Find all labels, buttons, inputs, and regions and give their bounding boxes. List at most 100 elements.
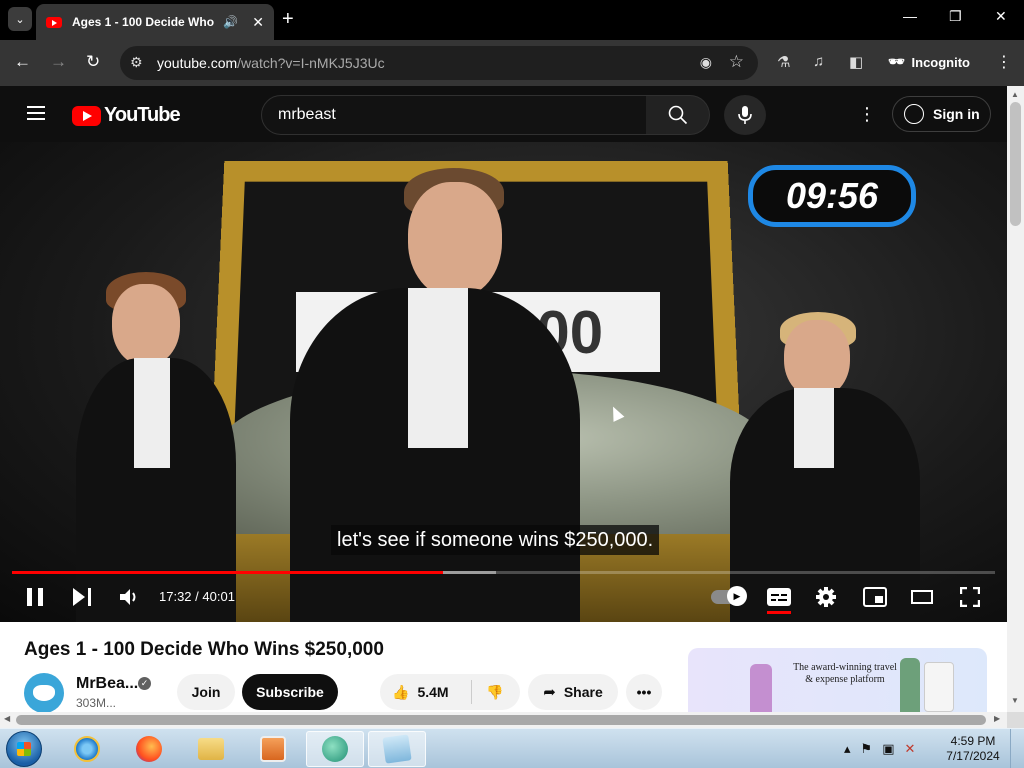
sign-in-label: Sign in	[933, 106, 980, 122]
sign-in-button[interactable]: Sign in	[892, 96, 991, 132]
more-options-icon[interactable]: ⋮	[858, 104, 876, 125]
tray-expand-icon[interactable]: ▴	[844, 741, 851, 757]
incognito-label: Incognito	[911, 54, 971, 70]
horizontal-scroll-thumb[interactable]	[16, 715, 986, 725]
back-button[interactable]: ←	[14, 52, 31, 72]
taskbar-explorer[interactable]	[182, 731, 240, 767]
tab-title: Ages 1 - 100 Decide Who Wins $250,000	[72, 15, 217, 29]
ad-banner[interactable]: The award-winning travel & expense platf…	[688, 648, 987, 712]
hamburger-menu-icon[interactable]	[27, 106, 45, 120]
forward-button[interactable]: →	[50, 52, 67, 72]
tab-active[interactable]: Ages 1 - 100 Decide Who Wins $250,000 🔊 …	[36, 4, 274, 40]
more-actions-button[interactable]: •••	[626, 674, 662, 710]
subscriber-count: 303M...	[76, 696, 117, 710]
youtube-logo[interactable]: YouTube	[72, 104, 181, 127]
speaker-icon[interactable]: 🔊	[223, 15, 238, 29]
url-path: /watch?v=I-nMKJ5J3Uc	[237, 55, 385, 71]
search-query: mrbeast	[278, 106, 336, 123]
progress-bar[interactable]	[12, 571, 995, 574]
system-tray: ▴ ⚑ ▣ ✕	[844, 741, 915, 757]
person-left	[76, 272, 236, 622]
scroll-down-icon[interactable]: ▼	[1011, 696, 1019, 705]
scroll-right-icon[interactable]: ▶	[994, 714, 1000, 723]
action-center-flag-icon[interactable]: ⚑	[861, 741, 873, 757]
scroll-up-icon[interactable]: ▲	[1011, 90, 1019, 99]
search-input[interactable]: mrbeast	[261, 95, 647, 135]
search-button[interactable]	[646, 95, 710, 135]
side-panel-icon[interactable]: ◧	[849, 53, 863, 71]
user-circle-icon	[904, 104, 924, 124]
media-controls-icon[interactable]: ♫	[813, 53, 824, 70]
join-button[interactable]: Join	[177, 674, 235, 710]
start-button[interactable]	[6, 731, 42, 767]
network-icon[interactable]: ▣	[882, 741, 894, 757]
video-frame: $250,000	[0, 142, 1007, 622]
browser-toolbar: ← → ↻ ⚙ youtube.com/watch?v=I-nMKJ5J3Uc …	[0, 40, 1024, 86]
search-icon	[668, 105, 687, 125]
incognito-badge[interactable]: 🕶 Incognito	[888, 54, 970, 70]
current-time: 17:32	[159, 589, 192, 604]
next-video-icon[interactable]	[73, 588, 91, 606]
autoplay-toggle[interactable]	[711, 586, 747, 606]
url-text[interactable]: youtube.com/watch?v=I-nMKJ5J3Uc	[157, 55, 385, 71]
video-player[interactable]: $250,000	[0, 142, 1007, 622]
vertical-scroll-thumb[interactable]	[1010, 102, 1021, 226]
voice-search-button[interactable]	[724, 95, 766, 135]
fullscreen-icon[interactable]	[960, 587, 980, 607]
show-desktop-button[interactable]	[1010, 729, 1024, 768]
like-button[interactable]: 👍 5.4M	[380, 680, 472, 704]
thumbs-up-icon: 👍	[392, 683, 410, 700]
ad-person-right	[900, 658, 920, 712]
restore-button[interactable]: ❐	[949, 8, 962, 25]
miniplayer-icon[interactable]	[863, 587, 887, 607]
taskbar-internet-explorer[interactable]	[58, 731, 116, 767]
verified-check-icon: ✓	[138, 677, 151, 690]
browser-tabstrip: ⌄ Ages 1 - 100 Decide Who Wins $250,000 …	[0, 0, 1024, 40]
subscribe-button[interactable]: Subscribe	[242, 674, 338, 710]
volume-icon[interactable]	[118, 586, 140, 608]
labs-flask-icon[interactable]: ⚗	[777, 53, 790, 71]
more-horizontal-icon: •••	[636, 684, 652, 700]
reload-button[interactable]: ↻	[86, 52, 100, 72]
youtube-play-icon	[72, 105, 101, 126]
taskbar-clock[interactable]: 4:59 PM 7/17/2024	[946, 734, 1000, 764]
minimize-button[interactable]: —	[903, 8, 917, 24]
theater-mode-icon[interactable]	[911, 590, 933, 604]
share-label: Share	[563, 684, 603, 700]
time-display: 17:32 / 40:01	[159, 589, 235, 604]
video-details: Ages 1 - 100 Decide Who Wins $250,000 Mr…	[0, 622, 1007, 712]
tab-close-icon[interactable]: ✕	[252, 14, 264, 31]
progress-played	[12, 571, 443, 574]
vertical-scrollbar[interactable]: ▲ ▼	[1007, 86, 1024, 712]
clock-time: 4:59 PM	[950, 734, 996, 748]
taskbar-firefox[interactable]	[120, 731, 178, 767]
settings-gear-icon[interactable]	[815, 586, 837, 608]
ad-device	[924, 662, 954, 712]
site-info-icon[interactable]: ⚙	[130, 54, 143, 71]
thumbs-down-icon[interactable]: 👎	[486, 684, 503, 701]
address-bar[interactable]: ⚙ youtube.com/watch?v=I-nMKJ5J3Uc ◉ ☆	[120, 46, 758, 80]
volume-muted-icon[interactable]: ✕	[904, 741, 915, 757]
media-player-icon	[260, 736, 286, 762]
scroll-left-icon[interactable]: ◀	[4, 714, 10, 723]
person-right	[730, 312, 920, 622]
horizontal-scrollbar[interactable]: ◀ ▶	[0, 712, 1007, 728]
taskbar-app-window[interactable]	[368, 731, 426, 767]
taskbar-app-active[interactable]	[306, 731, 364, 767]
pause-icon[interactable]	[27, 588, 43, 606]
scrollbar-corner	[1007, 712, 1024, 728]
channel-avatar[interactable]	[24, 673, 64, 712]
incognito-icon: 🕶	[888, 54, 905, 69]
microphone-icon	[738, 106, 752, 124]
browser-menu-icon[interactable]: ⋮	[996, 52, 1012, 72]
close-window-button[interactable]: ✕	[995, 8, 1007, 25]
captions-icon[interactable]	[767, 588, 791, 614]
windows-taskbar: ▴ ⚑ ▣ ✕ 4:59 PM 7/17/2024	[0, 728, 1024, 768]
share-button[interactable]: ➦ Share	[528, 674, 618, 710]
bookmark-star-icon[interactable]: ☆	[729, 52, 744, 72]
taskbar-media-player[interactable]	[244, 731, 302, 767]
new-tab-button[interactable]: +	[282, 8, 294, 30]
tracking-protection-icon[interactable]: ◉	[700, 54, 712, 71]
channel-name[interactable]: MrBea...	[76, 675, 138, 693]
tab-search-button[interactable]: ⌄	[8, 7, 32, 31]
